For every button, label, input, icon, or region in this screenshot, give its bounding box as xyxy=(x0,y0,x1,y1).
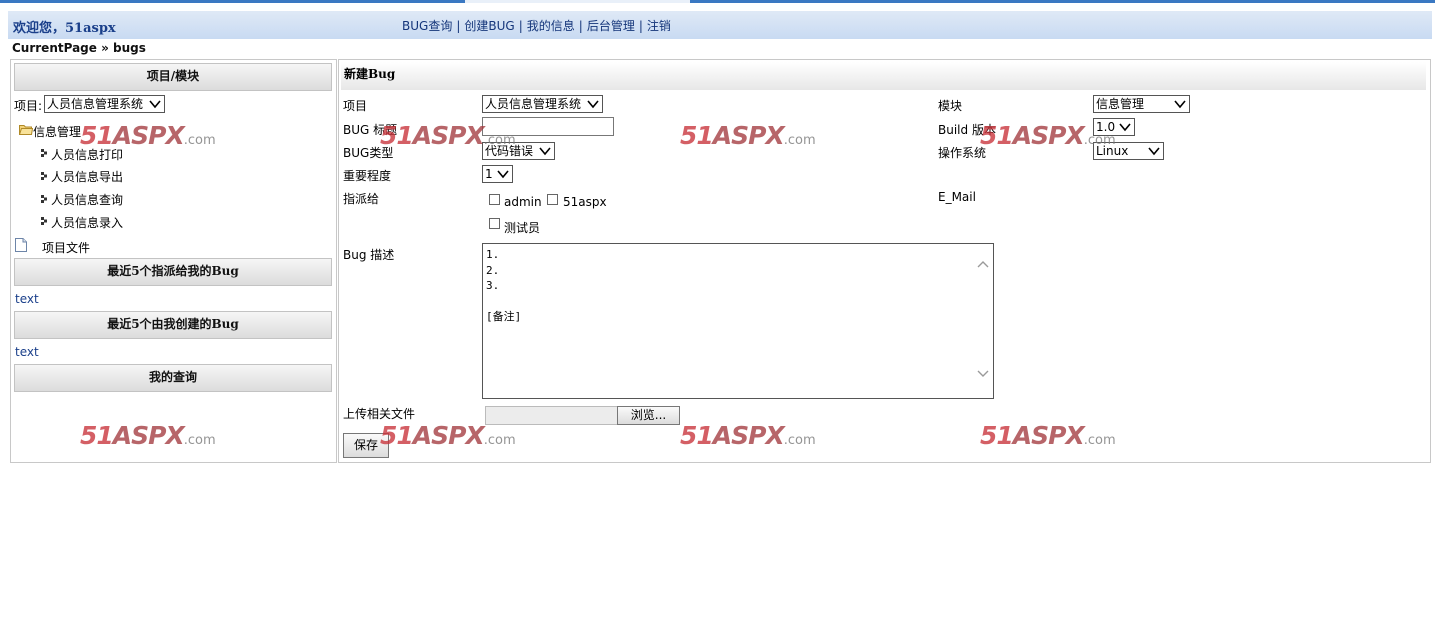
tree-item-query[interactable]: 人员信息查询 xyxy=(51,191,123,208)
sidebar-project-select[interactable]: 人员信息管理系统 xyxy=(44,95,165,113)
scroll-up-icon[interactable] xyxy=(977,260,989,268)
upload-label: 上传相关文件 xyxy=(343,407,416,421)
welcome-text: 欢迎您，51aspx xyxy=(13,21,116,36)
nav-logout[interactable]: 注销 xyxy=(647,19,671,33)
bug-type-label: BUG类型 xyxy=(343,146,394,160)
nav-separator: | xyxy=(518,19,523,33)
tree-node-icon xyxy=(41,172,47,180)
tree-root-label[interactable]: 信息管理 xyxy=(33,123,81,140)
save-button[interactable]: 保存 xyxy=(343,433,389,458)
nav-my-info[interactable]: 我的信息 xyxy=(527,19,575,33)
description-line: 1. xyxy=(486,248,500,261)
nav-separator: | xyxy=(456,19,461,33)
nav-admin[interactable]: 后台管理 xyxy=(587,19,635,33)
description-line: [备注] xyxy=(486,310,522,323)
project-label: 项目: xyxy=(14,99,43,113)
tree-item-print[interactable]: 人员信息打印 xyxy=(51,146,123,163)
top-strip-tab xyxy=(465,0,690,3)
severity-value: 1 xyxy=(485,167,493,181)
assigned-bugs-heading: 最近5个指派给我的Bug xyxy=(14,258,332,286)
form-title: 新建Bug xyxy=(341,62,1426,90)
top-nav: BUG查询 | 创建BUG | 我的信息 | 后台管理 | 注销 xyxy=(402,17,671,34)
module-field-label: 模块 xyxy=(938,99,963,113)
severity-label: 重要程度 xyxy=(343,169,392,183)
header-bar: 欢迎您，51aspx BUG查询 | 创建BUG | 我的信息 | 后台管理 | 注销 xyxy=(8,11,1432,39)
browse-button[interactable]: 浏览... xyxy=(617,406,680,425)
chevron-down-icon xyxy=(497,170,509,179)
assign-to-label: 指派给 xyxy=(343,192,380,206)
bug-title-input[interactable] xyxy=(482,117,614,136)
description-line: 2. xyxy=(486,263,500,277)
project-module-heading: 项目/模块 xyxy=(14,63,332,91)
tree-item-export[interactable]: 人员信息导出 xyxy=(51,168,123,185)
description-line xyxy=(486,294,990,310)
created-bugs-heading: 最近5个由我创建的Bug xyxy=(14,311,332,339)
tree-item-entry[interactable]: 人员信息录入 xyxy=(51,214,123,231)
description-label: Bug 描述 xyxy=(343,248,395,262)
assignee-label-tester: 测试员 xyxy=(504,221,541,235)
module-select-value: 信息管理 xyxy=(1096,97,1145,111)
tree-node-icon xyxy=(41,149,47,157)
project-select[interactable]: 人员信息管理系统 xyxy=(482,95,603,113)
email-label: E_Mail xyxy=(938,190,976,204)
my-query-heading: 我的查询 xyxy=(14,364,332,392)
new-bug-form: 新建Bug 项目 人员信息管理系统 模块 信息管理 BUG 标题 Build 版… xyxy=(338,59,1431,463)
assigned-bugs-text[interactable]: text xyxy=(15,292,39,306)
nav-create-bug[interactable]: 创建BUG xyxy=(464,19,514,33)
nav-separator: | xyxy=(578,19,583,33)
scroll-down-icon[interactable] xyxy=(977,370,989,378)
project-select-value: 人员信息管理系统 xyxy=(485,97,582,111)
bug-title-label: BUG 标题 xyxy=(343,123,398,137)
document-icon xyxy=(15,238,27,252)
description-line: 3. xyxy=(486,279,500,292)
module-select[interactable]: 信息管理 xyxy=(1093,95,1190,113)
os-value: Linux xyxy=(1096,144,1129,158)
tree-node-icon xyxy=(41,217,47,225)
project-files-link[interactable]: 项目文件 xyxy=(42,239,90,256)
description-textarea[interactable]: 1. 2. 3. [备注] xyxy=(482,243,994,399)
build-version-select[interactable]: 1.0 xyxy=(1093,118,1135,136)
chevron-down-icon xyxy=(149,100,161,109)
os-label: 操作系统 xyxy=(938,146,987,160)
sidebar: 项目/模块 项目: 人员信息管理系统 信息管理 人员信息打印 人员信息导出 人员… xyxy=(10,59,337,463)
created-bugs-text[interactable]: text xyxy=(15,345,39,359)
assignee-checkbox-tester[interactable] xyxy=(489,218,500,229)
chevron-down-icon xyxy=(539,147,551,156)
sidebar-project-select-value: 人员信息管理系统 xyxy=(47,97,144,111)
chevron-down-icon xyxy=(587,100,599,109)
file-path-input[interactable] xyxy=(485,406,618,425)
chevron-down-icon xyxy=(1174,100,1186,109)
severity-select[interactable]: 1 xyxy=(482,165,513,183)
assignee-label-51aspx: 51aspx xyxy=(563,195,607,209)
assignee-checkbox-admin[interactable] xyxy=(489,194,500,205)
build-version-value: 1.0 xyxy=(1096,120,1116,134)
tree-node-icon xyxy=(41,195,47,203)
nav-bug-query[interactable]: BUG查询 xyxy=(402,19,452,33)
top-strip xyxy=(0,0,1435,3)
breadcrumb: CurrentPage » bugs xyxy=(12,41,146,55)
project-field-label: 项目 xyxy=(343,99,368,113)
build-version-label: Build 版本 xyxy=(938,123,996,137)
assignee-checkbox-51aspx[interactable] xyxy=(547,194,558,205)
assignee-label-admin: admin xyxy=(504,195,542,209)
chevron-down-icon xyxy=(1119,123,1131,132)
bug-type-value: 代码错误 xyxy=(485,144,534,158)
chevron-down-icon xyxy=(1148,147,1160,156)
nav-separator: | xyxy=(638,19,643,33)
bug-type-select[interactable]: 代码错误 xyxy=(482,142,555,160)
folder-icon xyxy=(19,125,33,135)
os-select[interactable]: Linux xyxy=(1093,142,1164,160)
